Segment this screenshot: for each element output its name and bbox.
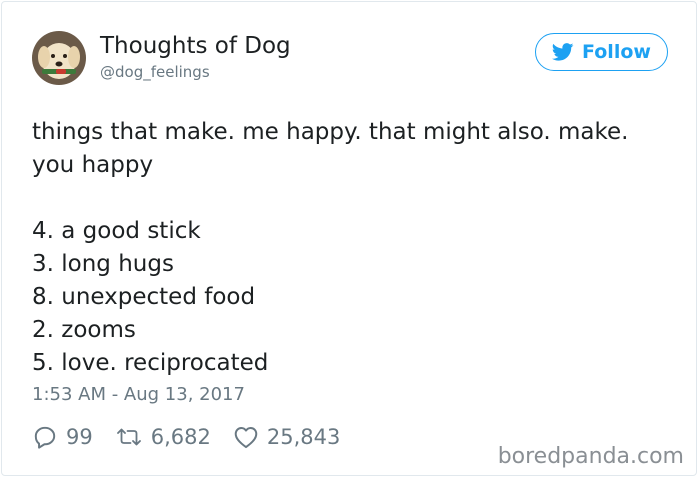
heart-icon (233, 425, 259, 449)
retweet-button[interactable]: 6,682 (115, 425, 211, 449)
author-display-name[interactable]: Thoughts of Dog (100, 33, 291, 59)
watermark: boredpanda.com (497, 444, 684, 469)
follow-label: Follow (582, 41, 651, 63)
tweet-timestamp[interactable]: 1:53 AM - Aug 13, 2017 (32, 384, 245, 405)
list-item: 4. a good stick (32, 218, 201, 244)
reply-count: 99 (66, 425, 93, 449)
reply-icon (32, 424, 58, 450)
tweet-text: things that make. me happy. that might a… (32, 116, 672, 380)
list-item: 2. zooms (32, 317, 136, 343)
list-item: 8. unexpected food (32, 284, 256, 310)
twitter-bird-icon (552, 43, 574, 61)
like-count: 25,843 (266, 425, 341, 449)
reply-button[interactable]: 99 (32, 424, 93, 450)
tweet-intro-line: things that make. me happy. that might a… (32, 119, 629, 145)
retweet-icon (115, 425, 143, 449)
tweet-actions: 99 6,682 25,843 (32, 422, 362, 452)
tweet-list: 4. a good stick 3. long hugs 8. unexpect… (32, 215, 672, 380)
author-handle[interactable]: @dog_feelings (100, 63, 210, 81)
retweet-count: 6,682 (150, 425, 211, 449)
tweet-intro-line: you happy (32, 152, 154, 178)
list-item: 5. love. reciprocated (32, 350, 269, 376)
like-button[interactable]: 25,843 (233, 425, 340, 449)
list-item: 3. long hugs (32, 251, 174, 277)
follow-button[interactable]: Follow (535, 33, 668, 71)
avatar[interactable] (32, 31, 86, 85)
